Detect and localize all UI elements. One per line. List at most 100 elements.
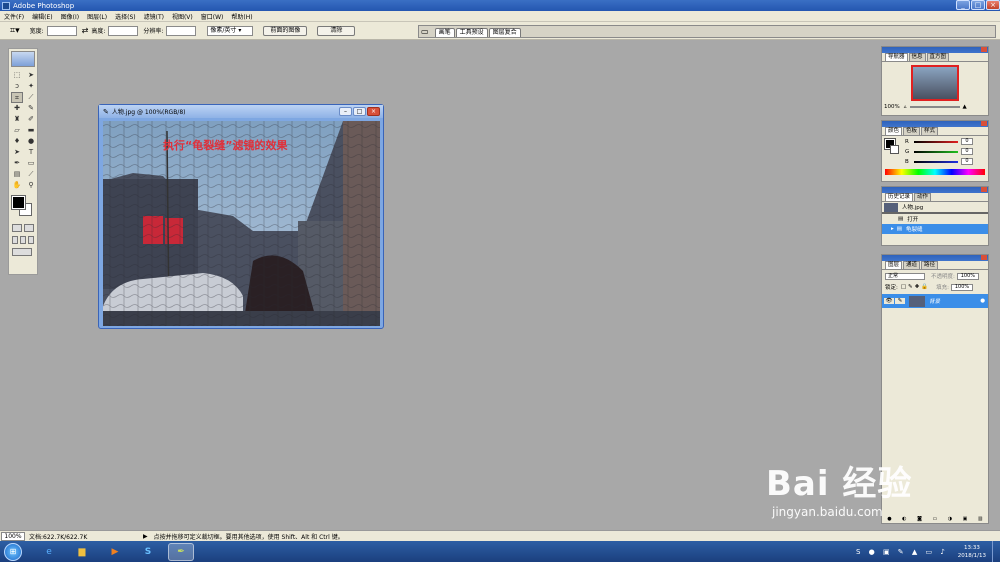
- crop-tool-preset-icon[interactable]: ⌗▾: [10, 26, 20, 36]
- tab-channels[interactable]: 通道: [903, 261, 921, 269]
- color-swatches[interactable]: [9, 194, 37, 218]
- foreground-color-swatch[interactable]: [11, 195, 26, 210]
- notes-tool-icon[interactable]: ▤: [11, 169, 23, 180]
- channel-b-slider[interactable]: [914, 160, 958, 163]
- image-canvas[interactable]: 执行“龟裂缝”滤镜的效果: [103, 121, 380, 326]
- resolution-input[interactable]: [166, 25, 197, 36]
- fill-input[interactable]: 100%: [950, 283, 973, 291]
- jump-to-imageready-icon[interactable]: [12, 248, 32, 256]
- tab-history[interactable]: 历史记录: [885, 193, 914, 201]
- panel-header[interactable]: [882, 187, 988, 193]
- blend-mode-select[interactable]: 正常: [885, 272, 925, 280]
- eraser-tool-icon[interactable]: ▱: [11, 125, 23, 136]
- screen-mode-full-icon[interactable]: [28, 236, 34, 244]
- tab-layer-comps[interactable]: 图层复合: [488, 28, 521, 37]
- move-tool-icon[interactable]: ➤: [25, 70, 37, 81]
- menu-help[interactable]: 帮助(H): [227, 12, 256, 21]
- new-adjustment-icon[interactable]: ◑: [948, 516, 952, 522]
- pen-tool-icon[interactable]: ✒: [11, 158, 23, 169]
- show-desktop-button[interactable]: [992, 541, 998, 562]
- new-layer-icon[interactable]: ▣: [963, 516, 968, 522]
- doc-close-button[interactable]: ×: [367, 107, 380, 116]
- ie-taskbar-icon[interactable]: e: [36, 543, 62, 561]
- tab-tool-presets[interactable]: 工具预设: [455, 28, 488, 37]
- front-image-button[interactable]: 前面的图像: [263, 25, 308, 36]
- sogou-taskbar-icon[interactable]: S: [135, 543, 161, 561]
- magic-wand-tool-icon[interactable]: ✦: [25, 81, 37, 92]
- panel-close-icon[interactable]: [981, 47, 987, 52]
- document-titlebar[interactable]: ✎ 人物.jpg @ 100%(RGB/8) – □ ×: [99, 105, 383, 118]
- channel-b-value[interactable]: 0: [961, 158, 973, 165]
- hand-tool-icon[interactable]: ✋: [11, 180, 23, 191]
- clock[interactable]: 13:33 2018/1/13: [958, 544, 986, 560]
- tab-info[interactable]: 信息: [908, 53, 926, 61]
- opacity-input[interactable]: 100%: [956, 272, 979, 280]
- zoom-tool-icon[interactable]: ⚲: [25, 180, 37, 191]
- status-zoom-value[interactable]: 100%: [1, 531, 25, 541]
- menu-window[interactable]: 窗口(W): [197, 12, 228, 21]
- history-snapshot[interactable]: 人物.jpg: [882, 202, 988, 214]
- resolution-unit-select[interactable]: 像素/英寸 ▾: [207, 25, 254, 36]
- delete-layer-icon[interactable]: ▥: [978, 516, 983, 522]
- menu-filter[interactable]: 滤镜(T): [140, 12, 168, 21]
- history-item[interactable]: ▤ 打开: [882, 214, 988, 224]
- standard-mode-icon[interactable]: [12, 224, 22, 232]
- blur-tool-icon[interactable]: ♦: [11, 136, 23, 147]
- tab-brushes[interactable]: 画笔: [434, 28, 455, 37]
- file-browser-icon[interactable]: ▭: [421, 27, 429, 36]
- minimize-button[interactable]: _: [956, 0, 970, 10]
- clone-stamp-tool-icon[interactable]: ♜: [11, 114, 23, 125]
- channel-r-value[interactable]: 0: [961, 138, 973, 145]
- explorer-taskbar-icon[interactable]: ▆: [69, 543, 95, 561]
- doc-size-text[interactable]: 文档:622.7K/622.7K: [29, 532, 139, 541]
- screen-mode-full-menu-icon[interactable]: [20, 236, 26, 244]
- doc-minimize-button[interactable]: –: [339, 107, 352, 116]
- add-mask-icon[interactable]: ◙: [917, 516, 922, 522]
- healing-brush-tool-icon[interactable]: ✚: [11, 103, 23, 114]
- doc-maximize-button[interactable]: □: [353, 107, 366, 116]
- tab-styles[interactable]: 样式: [921, 127, 939, 135]
- history-brush-tool-icon[interactable]: ✐: [25, 114, 37, 125]
- new-group-icon[interactable]: ▭: [932, 516, 937, 522]
- channel-g-value[interactable]: 0: [961, 148, 973, 155]
- tab-histogram[interactable]: 直方图: [926, 53, 950, 61]
- tab-paths[interactable]: 路径: [921, 261, 939, 269]
- tab-actions[interactable]: 动作: [914, 193, 932, 201]
- width-input[interactable]: [46, 25, 77, 36]
- zoom-out-icon[interactable]: ▵: [904, 104, 907, 110]
- start-button[interactable]: ⊞: [4, 542, 22, 561]
- menu-edit[interactable]: 编辑(E): [28, 12, 56, 21]
- color-spectrum-bar[interactable]: [885, 169, 985, 175]
- tray-icons[interactable]: S ● ▣ ✎ ▲ ▭ ♪: [856, 548, 948, 556]
- menu-view[interactable]: 视图(V): [168, 12, 197, 21]
- menu-layer[interactable]: 图层(L): [83, 12, 111, 21]
- gradient-tool-icon[interactable]: ▬: [25, 125, 37, 136]
- shape-tool-icon[interactable]: ▭: [25, 158, 37, 169]
- maximize-button[interactable]: □: [971, 0, 985, 10]
- history-item-selected[interactable]: ▸ ▤ 龟裂缝: [882, 224, 988, 234]
- crop-tool-icon[interactable]: ⌗: [11, 92, 23, 103]
- layer-row-background[interactable]: 👁 ✎ 背景 ●: [882, 294, 988, 308]
- navigator-thumbnail[interactable]: [911, 65, 959, 101]
- channel-g-slider[interactable]: [914, 150, 958, 153]
- quick-mask-mode-icon[interactable]: [24, 224, 34, 232]
- dodge-tool-icon[interactable]: ●: [25, 136, 37, 147]
- lock-icons[interactable]: □✎✚🔒: [901, 284, 930, 290]
- lasso-tool-icon[interactable]: ↄ: [11, 81, 23, 92]
- panel-close-icon[interactable]: [981, 187, 987, 192]
- clear-button[interactable]: 清除: [317, 25, 356, 36]
- tab-color[interactable]: 颜色: [885, 127, 903, 135]
- tab-layers[interactable]: 图层: [885, 261, 903, 269]
- menu-file[interactable]: 文件(F): [0, 12, 28, 21]
- eye-icon[interactable]: 👁: [884, 298, 894, 304]
- slice-tool-icon[interactable]: ⟋: [25, 92, 37, 103]
- height-input[interactable]: [108, 25, 139, 36]
- brush-tool-icon[interactable]: ✎: [25, 103, 37, 114]
- panel-header[interactable]: [882, 47, 988, 53]
- panel-header[interactable]: [882, 255, 988, 261]
- type-tool-icon[interactable]: T: [25, 147, 37, 158]
- navigator-zoom-slider[interactable]: [909, 106, 960, 108]
- eyedropper-tool-icon[interactable]: ⟋: [25, 169, 37, 180]
- photoshop-taskbar-icon[interactable]: ✒: [168, 542, 194, 561]
- menu-image[interactable]: 图像(I): [57, 12, 83, 21]
